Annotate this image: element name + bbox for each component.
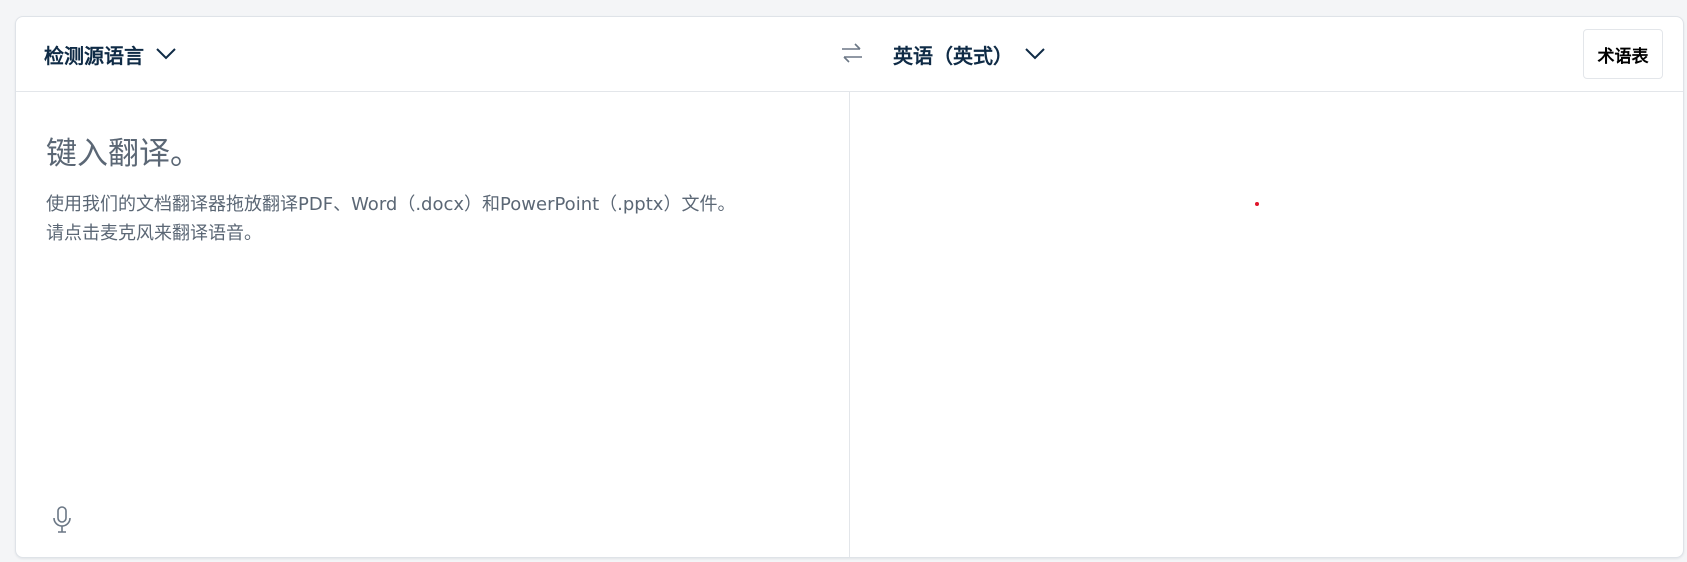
source-language-label: 检测源语言 [44,43,144,68]
target-language-select[interactable]: 英语（英式） [893,37,1045,71]
source-input-placeholder[interactable]: 键入翻译。 [46,128,201,173]
swap-languages-button[interactable] [837,40,867,70]
microphone-button[interactable] [50,506,74,538]
source-text-pane[interactable]: 键入翻译。 使用我们的文档翻译器拖放翻译PDF、Word（.docx）和Powe… [16,92,850,557]
cursor-dot [1255,202,1259,206]
target-text-pane [850,92,1683,557]
hint-voice-translation: 请点击麦克风来翻译语音。 [46,223,262,244]
chevron-down-icon [1025,48,1045,60]
hint-document-translation: 使用我们的文档翻译器拖放翻译PDF、Word（.docx）和PowerPoint… [46,194,736,215]
microphone-icon [52,506,72,538]
translator-card: 检测源语言 英语（英式） 术语表 键入翻译。 使用我们的文档翻译器拖放翻译PDF… [15,16,1684,558]
source-hint: 使用我们的文档翻译器拖放翻译PDF、Word（.docx）和PowerPoint… [46,190,756,248]
chevron-down-icon [156,48,176,60]
translator-header: 检测源语言 英语（英式） 术语表 [16,17,1683,92]
glossary-label: 术语表 [1597,46,1649,67]
target-language-label: 英语（英式） [893,43,1013,68]
swap-arrows-icon [840,42,864,68]
glossary-button[interactable]: 术语表 [1583,29,1663,79]
source-language-select[interactable]: 检测源语言 [44,37,176,71]
